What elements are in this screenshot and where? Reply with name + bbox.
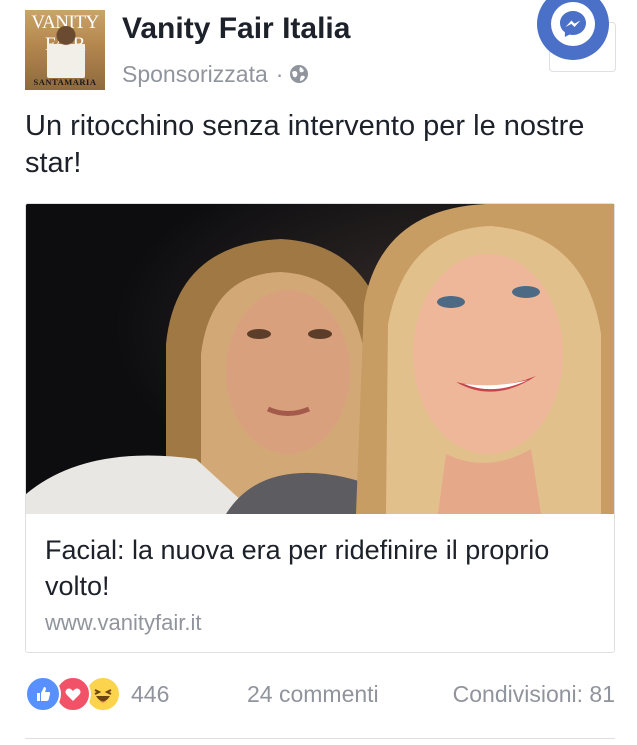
sponsored-label[interactable]: Sponsorizzata	[122, 61, 268, 88]
link-title[interactable]: Facial: la nuova era per ridefinire il p…	[45, 532, 605, 604]
reaction-count: 446	[131, 680, 170, 707]
meta-separator: ·	[275, 60, 284, 87]
link-preview-image[interactable]	[26, 204, 614, 514]
like-icon	[25, 676, 61, 712]
page-name-link[interactable]: Vanity Fair Italia	[122, 12, 350, 46]
link-preview-body[interactable]: Facial: la nuova era per ridefinire il p…	[45, 532, 605, 636]
reactions-summary[interactable]: 446	[25, 676, 170, 712]
post-header: VANITY FAIR SANTAMARIA Vanity Fair Itali…	[0, 0, 637, 100]
post-message: Un ritocchino senza intervento per le no…	[25, 110, 585, 179]
link-preview-card[interactable]: Facial: la nuova era per ridefinire il p…	[25, 203, 615, 653]
avatar-figure	[47, 26, 85, 78]
footer-divider	[25, 738, 615, 739]
post-footer: 446 24 commenti Condivisioni: 81	[25, 675, 615, 715]
globe-icon	[290, 65, 309, 83]
page-avatar[interactable]: VANITY FAIR SANTAMARIA	[25, 10, 105, 90]
post-meta: Sponsorizzata ·	[122, 60, 309, 88]
messenger-icon	[551, 2, 595, 46]
comments-count-link[interactable]: 24 commenti	[247, 681, 379, 708]
shares-count-link[interactable]: Condivisioni: 81	[453, 681, 615, 708]
avatar-cover-name: SANTAMARIA	[33, 77, 97, 87]
link-domain: www.vanityfair.it	[45, 610, 202, 635]
